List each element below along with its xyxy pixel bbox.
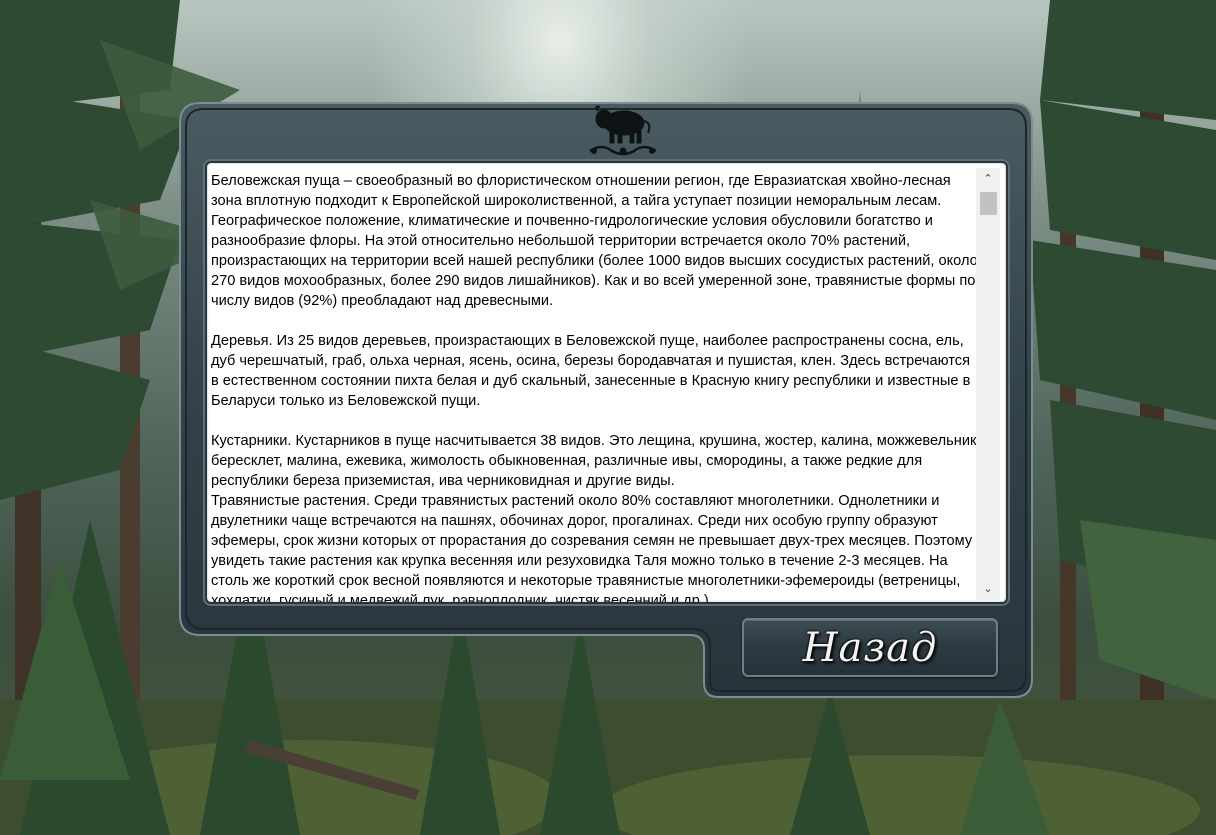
chevron-down-icon[interactable]: ⌄ [980, 581, 996, 597]
text-area[interactable]: Беловежская пуща – своеобразный во флори… [205, 161, 1008, 604]
bison-emblem-icon [589, 105, 657, 156]
vertical-scrollbar[interactable]: ⌃ ⌄ [976, 168, 1000, 600]
back-button-label: Назад [802, 625, 938, 671]
chevron-up-icon[interactable]: ⌃ [980, 171, 996, 187]
back-button[interactable]: Назад [742, 618, 998, 677]
description-text: Беловежская пуща – своеобразный во флори… [211, 173, 981, 603]
scrollbar-thumb[interactable] [980, 192, 997, 215]
